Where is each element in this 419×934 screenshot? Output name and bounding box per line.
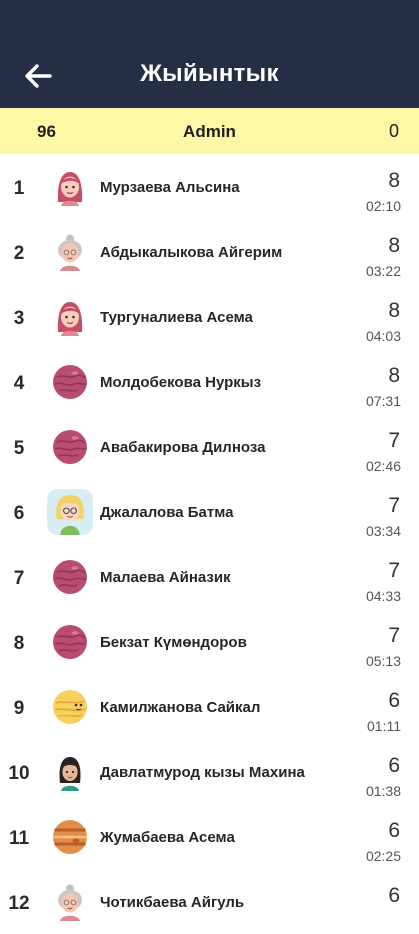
rank-number: 2: [13, 243, 25, 264]
grandma-avatar-icon: [57, 233, 83, 271]
player-time: 05:13: [365, 653, 401, 669]
app-header: Жыйынтык: [0, 0, 419, 108]
player-time: 01:11: [367, 718, 401, 734]
player-score: 6: [388, 689, 400, 712]
leaderboard-row[interactable]: 6 Джалалова Батма 7 03:34: [0, 479, 419, 544]
blonde-avatar-icon: [47, 489, 93, 535]
leaderboard-row[interactable]: 4 Молдобекова Нуркыз 8 07:31: [0, 349, 419, 414]
sun-avatar-icon: [52, 689, 88, 725]
player-name: Авабакирова Дилноза: [100, 439, 266, 456]
player-score: 6: [388, 754, 400, 777]
rank-number: 11: [8, 828, 30, 849]
player-name: Джалалова Батма: [100, 504, 234, 521]
rank-number: 6: [13, 503, 25, 524]
rank-number: 3: [13, 308, 25, 329]
planet-avatar-icon: [52, 429, 88, 465]
player-name: Малаева Айназик: [100, 569, 231, 586]
rank-number: 12: [8, 893, 30, 914]
girl-avatar-icon: [57, 301, 83, 336]
leaderboard-row[interactable]: 9 Камилжанова Сайкал 6 01:11: [0, 674, 419, 739]
player-score: 7: [388, 624, 400, 647]
player-name: Чотикбаева Айгуль: [100, 894, 245, 911]
player-time: 02:25: [365, 848, 401, 864]
leaderboard-row[interactable]: 8 Бекзат Күмөндоров 7 05:13: [0, 609, 419, 674]
leaderboard-row[interactable]: 10 Давлатмурод кызы Махина 6 01:38: [0, 739, 419, 804]
player-score: 8: [388, 169, 400, 192]
player-time: 07:31: [365, 393, 401, 409]
grandma-avatar-icon: [57, 883, 83, 921]
player-name: Молдобекова Нуркыз: [100, 374, 262, 391]
player-name: Мурзаева Альсина: [100, 179, 240, 196]
planet-avatar-icon: [52, 364, 88, 400]
player-name: Давлатмурод кызы Махина: [100, 764, 305, 781]
player-score: 7: [388, 429, 400, 452]
planet-avatar-icon: [52, 559, 88, 595]
player-score: 8: [388, 234, 400, 257]
player-time: 04:33: [365, 588, 401, 604]
player-name: Камилжанова Сайкал: [100, 699, 261, 716]
player-name: Жумабаева Асема: [100, 829, 235, 846]
player-score: 6: [388, 884, 400, 907]
leaderboard-row[interactable]: 3 Тургуналиева Асема 8 04:03: [0, 284, 419, 349]
player-name: Бекзат Күмөндоров: [100, 634, 247, 651]
rank-number: 7: [13, 568, 25, 589]
player-time: 03:34: [365, 523, 401, 539]
rank-number: 4: [13, 373, 25, 394]
player-time: 02:46: [365, 458, 401, 474]
player-time: 03:22: [365, 263, 401, 279]
page-title: Жыйынтык: [140, 60, 279, 87]
leaderboard-row[interactable]: 1 Мурзаева Альсина 8 02:10: [0, 154, 419, 219]
player-score: 6: [388, 819, 400, 842]
player-time: 01:38: [365, 783, 401, 799]
player-time: 04:03: [365, 328, 401, 344]
leaderboard-row[interactable]: 7 Малаева Айназик 7 04:33: [0, 544, 419, 609]
leaderboard-row[interactable]: 5 Авабакирова Дилноза 7 02:46: [0, 414, 419, 479]
leaderboard-row[interactable]: 11 Жумабаева Асема 6 02:25: [0, 804, 419, 869]
girl-avatar-icon: [57, 171, 83, 206]
current-user-score: 0: [388, 121, 399, 141]
player-time: 02:10: [365, 198, 401, 214]
rank-number: 8: [13, 633, 25, 654]
jupiter-avatar-icon: [51, 818, 89, 856]
rank-number: 1: [13, 178, 25, 199]
rank-number: 10: [8, 763, 30, 784]
player-score: 8: [388, 364, 400, 387]
current-user-row: 96 Admin 0: [0, 108, 419, 154]
leaderboard-row[interactable]: 2 Абдыкалыкова Айгерим 8 03:22: [0, 219, 419, 284]
player-score: 8: [388, 299, 400, 322]
player-score: 7: [388, 559, 400, 582]
player-name: Абдыкалыкова Айгерим: [100, 244, 283, 261]
rank-number: 5: [13, 438, 25, 459]
rank-number: 9: [13, 698, 25, 719]
planet-avatar-icon: [52, 624, 88, 660]
player-score: 7: [388, 494, 400, 517]
dark-hair-avatar-icon: [58, 756, 82, 791]
current-user-name: Admin: [183, 122, 236, 141]
leaderboard-list: 1 Мурзаева Альсина 8 02:10 2 Абдыкалыков…: [0, 154, 419, 934]
leaderboard-row[interactable]: 12 Чотикбаева Айгуль 6: [0, 869, 419, 934]
player-name: Тургуналиева Асема: [100, 309, 253, 326]
